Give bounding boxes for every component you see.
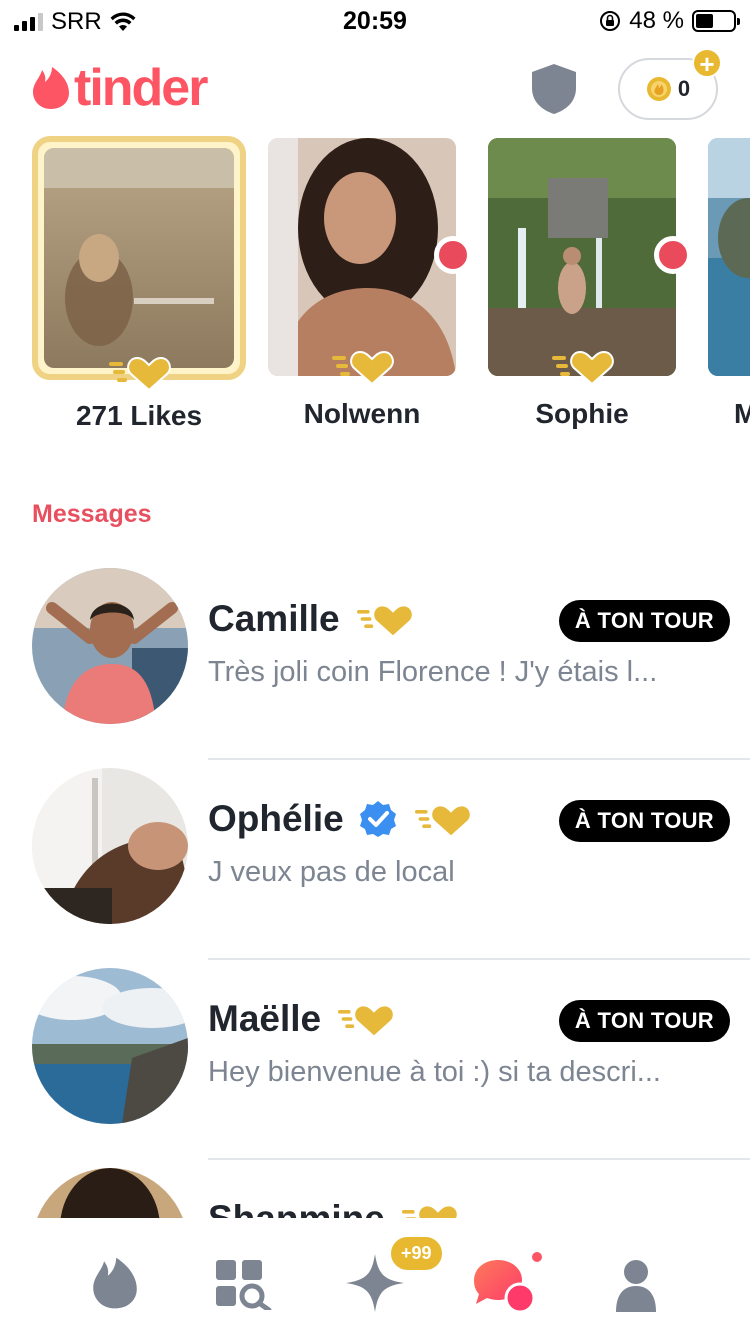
likes-photo-frame (32, 136, 246, 380)
match-photo (708, 138, 750, 376)
message-row[interactable]: Camille À TON TOUR Très joli coin Floren… (0, 560, 750, 760)
flame-icon (33, 67, 69, 109)
coins-button[interactable]: 0 + (618, 48, 722, 120)
likes-photo (44, 148, 234, 368)
tab-messages-icon[interactable] (472, 1258, 536, 1314)
match-photo (488, 138, 676, 376)
contact-name: Camille (208, 598, 340, 639)
message-name: Camille (208, 598, 414, 640)
status-right: 48 % (599, 7, 740, 35)
coin-icon (646, 77, 671, 101)
battery-icon (692, 10, 740, 32)
message-name: Ophélie (208, 798, 472, 840)
add-coins-icon[interactable]: + (692, 48, 722, 78)
match-card[interactable]: M (708, 138, 750, 430)
unread-dot (532, 1252, 542, 1262)
match-name: Sophie (535, 398, 629, 429)
likes-blurred-image (44, 148, 234, 368)
avatar[interactable] (32, 768, 188, 924)
message-preview: J veux pas de local (208, 856, 455, 888)
gold-like-icon (414, 806, 470, 836)
match-card[interactable]: Nolwenn (268, 138, 472, 430)
contact-name: Ophélie (208, 798, 344, 839)
your-turn-badge: À TON TOUR (558, 600, 730, 642)
likes-carousel[interactable]: 271 Likes Nolwenn Sophie M (0, 136, 750, 446)
messages-list[interactable]: Camille À TON TOUR Très joli coin Floren… (0, 560, 750, 1218)
messages-heading: Messages (32, 500, 152, 528)
gold-like-icon (552, 350, 614, 386)
tab-profile-icon[interactable] (614, 1258, 658, 1312)
new-match-dot (434, 236, 472, 274)
status-bar: SRR 20:59 48 % (0, 0, 750, 40)
gold-like-icon (332, 350, 394, 386)
message-name: Shanmine (208, 1198, 459, 1218)
message-row[interactable]: Maëlle À TON TOUR Hey bienvenue à toi :)… (0, 960, 750, 1160)
message-preview: Hey bienvenue à toi :) si ta descri... (208, 1056, 661, 1088)
tab-discover-flame-icon[interactable] (92, 1256, 138, 1310)
match-photo (268, 138, 456, 376)
message-preview: Très joli coin Florence ! J'y étais l... (208, 656, 658, 688)
match-card[interactable]: Sophie (488, 138, 692, 430)
verified-badge-icon (359, 801, 396, 837)
gold-like-icon (109, 356, 171, 392)
tab-bar: +99 (0, 1218, 750, 1334)
message-row[interactable]: Shanmine (0, 1160, 750, 1218)
battery-percent: 48 % (629, 7, 684, 34)
likes-card[interactable]: 271 Likes (32, 136, 246, 432)
gold-like-icon (401, 1206, 457, 1218)
your-turn-badge: À TON TOUR (558, 1000, 730, 1042)
gold-like-icon (356, 606, 412, 636)
logo-wordmark: tinder (74, 59, 208, 117)
likes-you-badge: +99 (388, 1234, 445, 1273)
contact-name: Shanmine (208, 1198, 385, 1218)
app-header: tinder 0 + (0, 48, 750, 132)
coin-count: 0 (677, 76, 691, 101)
your-turn-badge: À TON TOUR (558, 800, 730, 842)
tab-explore-icon[interactable] (214, 1258, 272, 1310)
message-name: Maëlle (208, 998, 395, 1040)
likes-count-label: 271 Likes (75, 400, 203, 431)
new-match-dot (654, 236, 692, 274)
rotation-lock-icon (600, 11, 621, 31)
avatar[interactable] (32, 568, 188, 724)
avatar[interactable] (32, 1168, 188, 1218)
match-name: M (734, 398, 750, 429)
gold-like-icon (338, 1006, 393, 1036)
safety-shield-icon[interactable] (530, 62, 578, 116)
message-row[interactable]: Ophélie À TON TOUR J veux pas de local (0, 760, 750, 960)
avatar[interactable] (32, 968, 188, 1124)
tinder-logo[interactable]: tinder (32, 59, 208, 117)
match-name: Nolwenn (303, 398, 421, 429)
contact-name: Maëlle (208, 998, 322, 1039)
